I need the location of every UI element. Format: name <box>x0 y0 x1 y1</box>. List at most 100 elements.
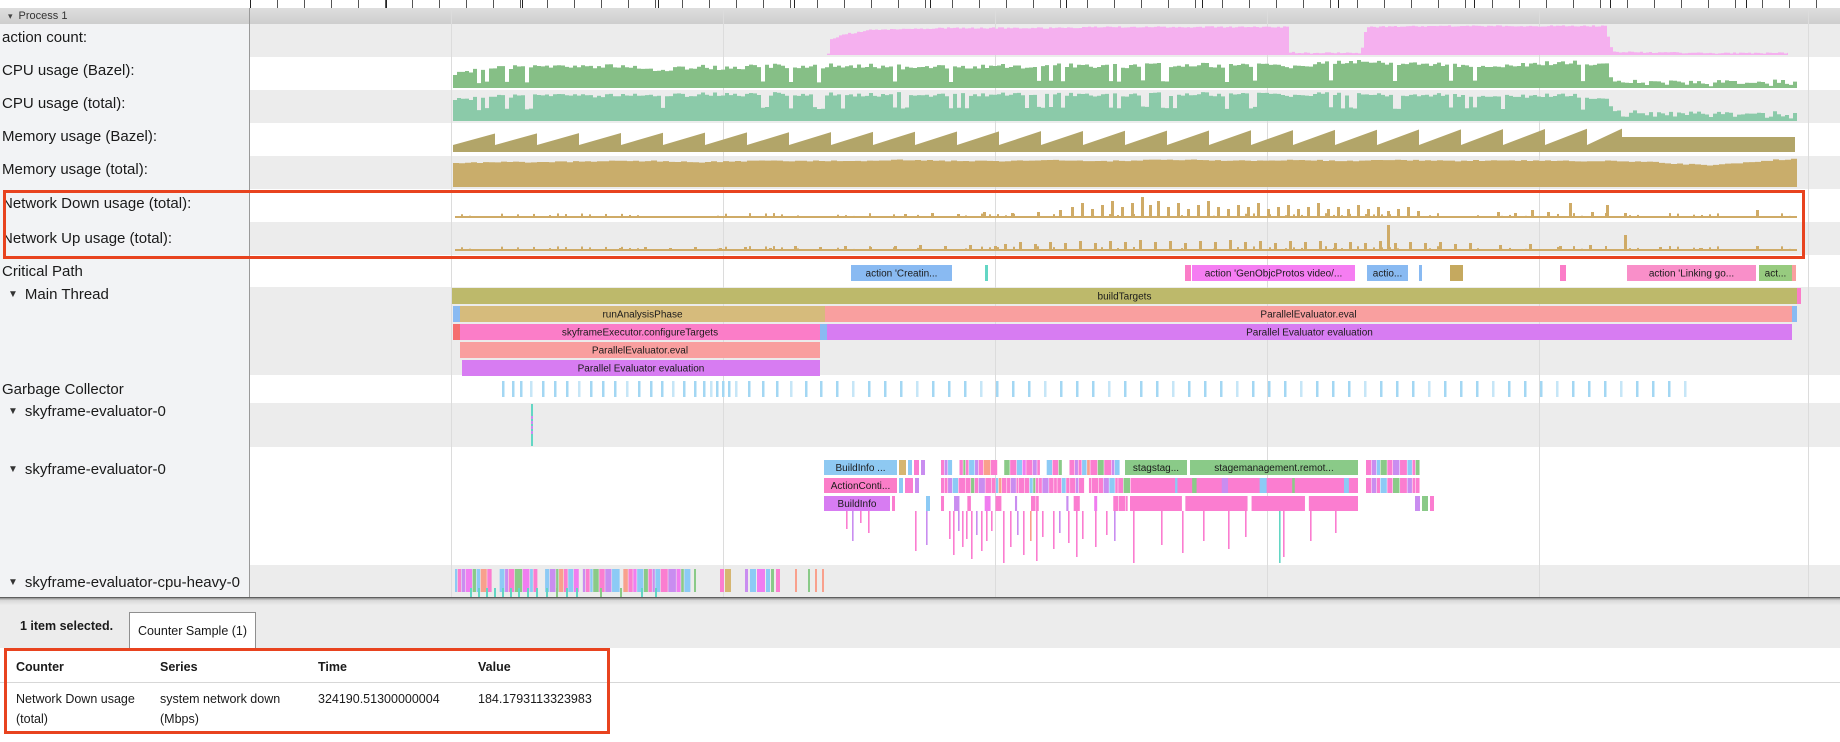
net-spike[interactable] <box>1247 207 1250 218</box>
hanging-span[interactable] <box>981 511 983 551</box>
trace-span[interactable] <box>771 569 774 592</box>
track-label-memory-usage-bazel[interactable]: Memory usage (Bazel): <box>0 128 251 145</box>
gc-tick[interactable] <box>1428 381 1431 397</box>
net-spike[interactable] <box>719 248 722 251</box>
trace-subtick[interactable] <box>556 588 558 597</box>
gc-tick[interactable] <box>1396 381 1399 397</box>
gc-tick[interactable] <box>1044 381 1047 397</box>
net-spike[interactable] <box>1081 203 1084 218</box>
hanging-span[interactable] <box>1182 511 1184 553</box>
hanging-span[interactable] <box>1053 511 1055 549</box>
gc-tick[interactable] <box>884 381 887 397</box>
trace-span[interactable] <box>1185 265 1191 281</box>
gc-tick[interactable] <box>1172 381 1175 397</box>
trace-span[interactable] <box>975 460 978 475</box>
net-spike[interactable] <box>1197 205 1200 218</box>
trace-span[interactable] <box>505 569 508 592</box>
trace-span[interactable] <box>1075 460 1078 475</box>
trace-span[interactable] <box>568 569 573 592</box>
trace-span[interactable] <box>757 569 765 592</box>
trace-span[interactable] <box>1004 460 1009 475</box>
trace-span[interactable] <box>1047 460 1052 475</box>
gc-tick[interactable] <box>672 381 675 397</box>
trace-span[interactable] <box>945 460 948 475</box>
net-spike[interactable] <box>1227 209 1230 218</box>
track-label-network-down-usage-total[interactable]: Network Down usage (total): <box>0 195 251 212</box>
gc-tick[interactable] <box>728 381 731 397</box>
net-spike[interactable] <box>1274 243 1277 251</box>
gc-tick[interactable] <box>1364 381 1367 397</box>
gc-tick[interactable] <box>948 381 951 397</box>
track-label-cpu-usage-bazel[interactable]: CPU usage (Bazel): <box>0 62 251 79</box>
net-spike[interactable] <box>1157 201 1160 218</box>
net-spike[interactable] <box>1409 242 1412 251</box>
gc-tick[interactable] <box>790 381 793 397</box>
net-spike[interactable] <box>1349 242 1352 251</box>
track-memory-usage-total[interactable] <box>453 158 1797 187</box>
trace-span[interactable] <box>1090 460 1097 475</box>
trace-span[interactable] <box>1372 478 1376 493</box>
trace-subtick[interactable] <box>518 588 520 597</box>
net-spike[interactable] <box>1199 241 1202 251</box>
net-spike[interactable] <box>1624 235 1627 251</box>
trace-subtick[interactable] <box>510 588 512 597</box>
hanging-span[interactable] <box>966 511 968 539</box>
trace-span[interactable] <box>612 569 620 592</box>
gc-tick[interactable] <box>1668 381 1671 397</box>
col-header-time[interactable]: Time <box>318 660 347 674</box>
gc-tick[interactable] <box>520 381 523 397</box>
net-spike[interactable] <box>1387 225 1390 251</box>
net-spike[interactable] <box>1624 213 1627 218</box>
trace-span[interactable] <box>1412 460 1415 475</box>
trace-span[interactable] <box>1036 478 1038 493</box>
trace-span[interactable] <box>1030 478 1033 493</box>
trace-span[interactable] <box>915 478 919 493</box>
net-spike[interactable] <box>1756 210 1759 218</box>
trace-span[interactable] <box>971 478 974 493</box>
gc-tick[interactable] <box>1572 381 1575 397</box>
trace-span[interactable] <box>1366 460 1371 475</box>
trace-span[interactable] <box>820 324 827 340</box>
trace-span[interactable] <box>684 569 690 592</box>
net-spike[interactable] <box>1334 243 1337 251</box>
col-header-series[interactable]: Series <box>160 660 198 674</box>
net-spike[interactable] <box>1304 242 1307 251</box>
trace-span[interactable] <box>550 569 556 592</box>
net-spike[interactable] <box>1167 207 1170 218</box>
net-spike[interactable] <box>1397 209 1400 218</box>
hanging-span[interactable] <box>958 511 960 531</box>
mem-bazel-tail[interactable] <box>1622 137 1795 152</box>
net-spike[interactable] <box>1287 205 1290 218</box>
gc-tick[interactable] <box>1300 381 1303 397</box>
net-spike[interactable] <box>1394 243 1397 251</box>
hanging-span[interactable] <box>971 511 973 559</box>
trace-subtick[interactable] <box>527 588 529 597</box>
trace-subtick[interactable] <box>641 588 643 597</box>
trace-subtick[interactable] <box>655 588 657 597</box>
net-spike[interactable] <box>931 213 934 218</box>
trace-span[interactable] <box>1078 460 1081 475</box>
trace-span[interactable] <box>979 478 985 493</box>
gc-tick[interactable] <box>1636 381 1639 397</box>
hanging-span[interactable] <box>1017 511 1019 535</box>
net-spike[interactable] <box>1327 209 1330 218</box>
trace-span[interactable] <box>605 569 611 592</box>
net-spike[interactable] <box>1019 242 1022 251</box>
trace-span[interactable] <box>745 569 748 592</box>
track-network-down-usage-baseline[interactable] <box>455 216 1797 218</box>
trace-span[interactable] <box>1119 496 1126 511</box>
gc-tick[interactable] <box>1508 381 1511 397</box>
net-spike[interactable] <box>1244 242 1247 251</box>
gc-tick[interactable] <box>716 381 719 397</box>
gc-tick[interactable] <box>703 381 706 397</box>
trace-span[interactable] <box>948 478 952 493</box>
net-spike[interactable] <box>1064 243 1067 251</box>
net-spike[interactable] <box>1049 242 1052 251</box>
net-spike[interactable] <box>1091 209 1094 218</box>
gc-tick[interactable] <box>1124 381 1127 397</box>
trace-span[interactable] <box>1002 478 1007 493</box>
trace-span[interactable] <box>725 569 731 592</box>
trace-span[interactable] <box>473 569 476 592</box>
hanging-span[interactable] <box>1095 511 1097 547</box>
trace-span[interactable] <box>1407 478 1412 493</box>
